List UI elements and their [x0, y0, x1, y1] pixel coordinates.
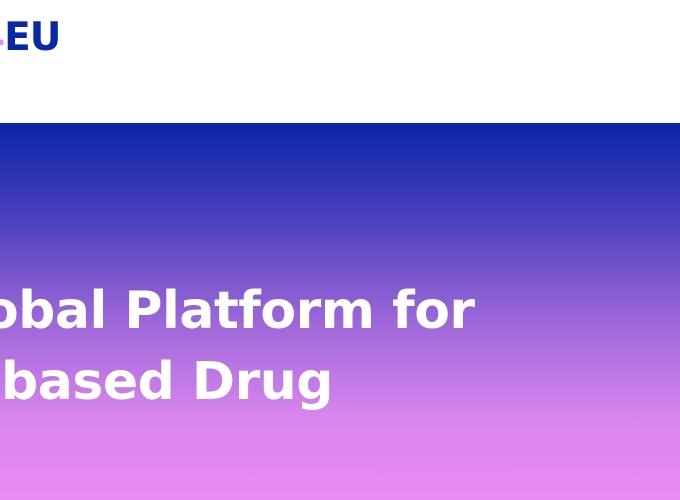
site-logo[interactable]: 4EU [0, 13, 61, 63]
hero-title: ro-Global Platform for nism-based Drug o… [0, 276, 680, 489]
page: 4EU ro-Global Platform for nism-based Dr… [0, 0, 680, 500]
logo-main-text: EU [4, 15, 61, 60]
hero-title-line-2: nism-based Drug [0, 352, 333, 412]
site-header: 4EU [0, 0, 680, 123]
hero-banner: ro-Global Platform for nism-based Drug o… [0, 123, 680, 500]
hero-title-line-1: ro-Global Platform for [0, 281, 475, 341]
hero-title-line-3: osing [0, 418, 680, 489]
